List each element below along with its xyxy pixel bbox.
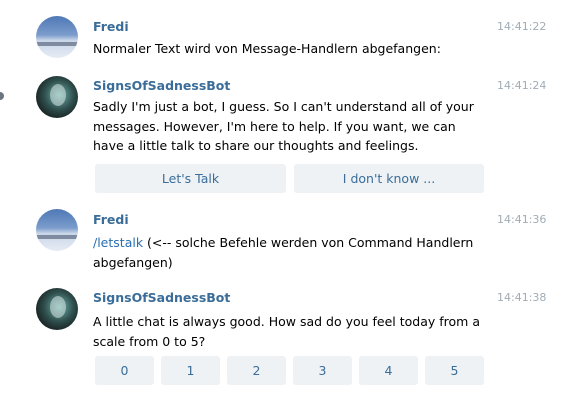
bot-avatar[interactable] xyxy=(36,76,78,118)
message-text: A little chat is always good. How sad do… xyxy=(93,314,480,349)
message-time: 14:41:24 xyxy=(497,79,547,92)
message-text: Normaler Text wird von Message-Handlern … xyxy=(93,41,441,56)
scale-button-2[interactable]: 2 xyxy=(227,356,286,385)
lets-talk-button[interactable]: Let's Talk xyxy=(95,164,286,193)
scale-button-4[interactable]: 4 xyxy=(359,356,418,385)
scroll-marker xyxy=(0,92,4,100)
command-link[interactable]: /letstalk xyxy=(93,235,143,250)
message-text: /letstalk (<-- solche Befehle werden von… xyxy=(93,233,483,272)
scale-button-0[interactable]: 0 xyxy=(95,356,154,385)
scale-button-3[interactable]: 3 xyxy=(293,356,352,385)
message-time: 14:41:22 xyxy=(497,20,547,33)
message-time: 14:41:38 xyxy=(497,291,547,304)
sender-name[interactable]: SignsOfSadnessBot xyxy=(93,290,230,305)
scale-button-1[interactable]: 1 xyxy=(161,356,220,385)
beach-photo-avatar[interactable] xyxy=(36,16,78,58)
bot-avatar[interactable] xyxy=(36,288,78,330)
beach-photo-avatar[interactable] xyxy=(36,209,78,251)
scale-button-5[interactable]: 5 xyxy=(425,356,484,385)
message-text: Sadly I'm just a bot, I guess. So I can'… xyxy=(93,99,474,153)
sender-name[interactable]: SignsOfSadnessBot xyxy=(93,78,230,93)
message-text-rest: (<-- solche Befehle werden von Command H… xyxy=(93,235,474,270)
sender-name[interactable]: Fredi xyxy=(93,212,129,227)
sender-name[interactable]: Fredi xyxy=(93,19,129,34)
message-time: 14:41:36 xyxy=(497,213,547,226)
i-dont-know-button[interactable]: I don't know ... xyxy=(294,164,484,193)
